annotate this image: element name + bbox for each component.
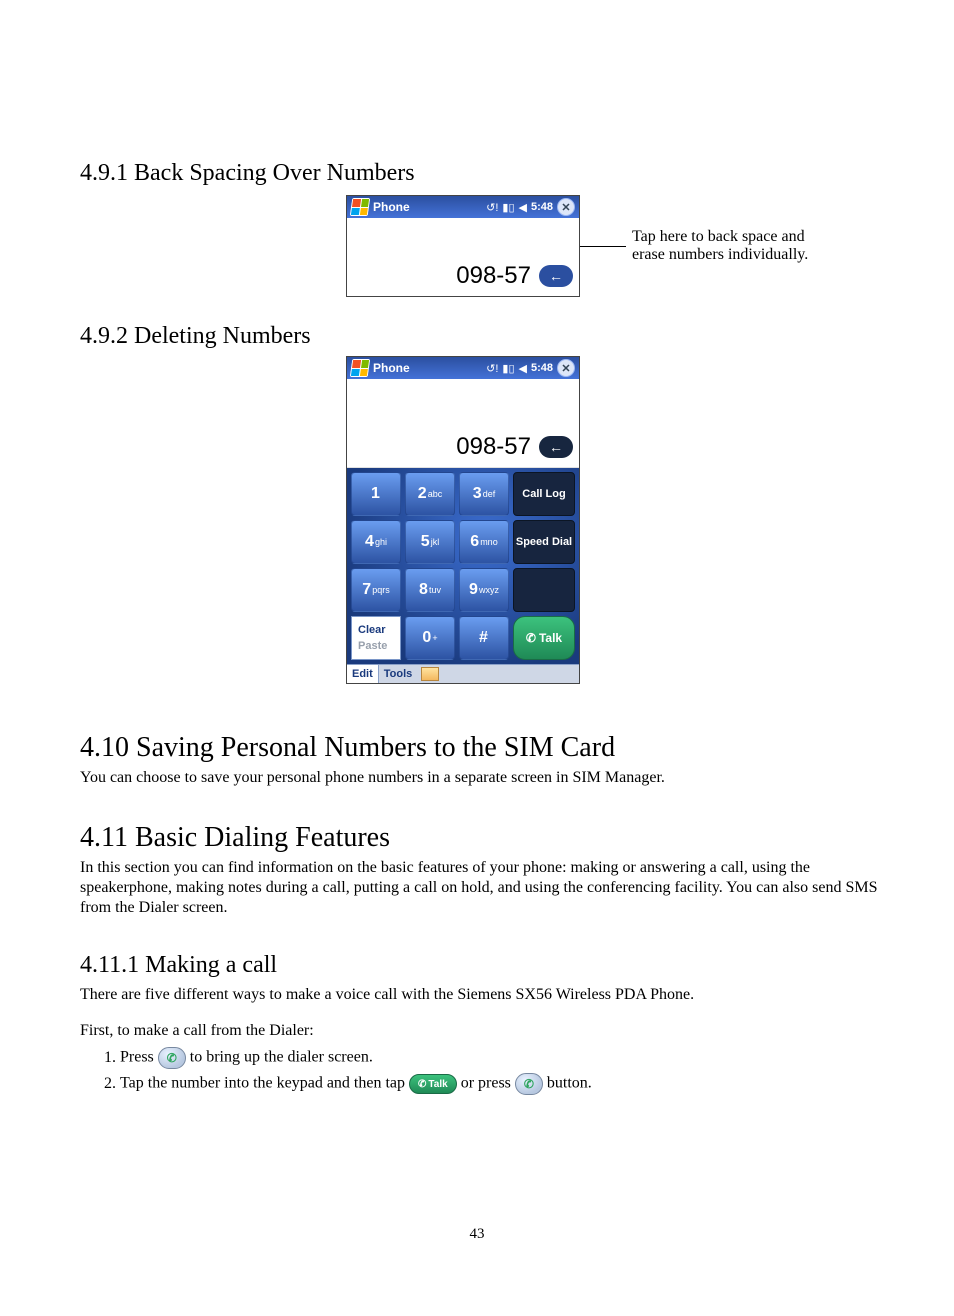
call-log-button: Call Log	[513, 472, 575, 516]
key-9: 9wxyz	[459, 568, 509, 612]
heading-492: 4.9.2 Deleting Numbers	[80, 323, 880, 350]
screenshot-delete: Phone ↺! ▮▯ ◀ 5:48 ✕ 098-57 ← 1	[346, 356, 580, 684]
menu-item-paste: Paste	[352, 638, 400, 654]
start-icon	[350, 198, 371, 216]
clock-time: 5:48	[531, 201, 553, 213]
key-1: 1	[351, 472, 401, 516]
page-number: 43	[0, 1226, 954, 1243]
talk-button-inline-icon: ✆Talk	[409, 1074, 457, 1094]
lead-4111: First, to make a call from the Dialer:	[80, 1021, 880, 1041]
callout-leader	[580, 246, 626, 247]
key-5: 5jkl	[405, 520, 455, 564]
body-410: You can choose to save your personal pho…	[80, 768, 880, 788]
steps-list: Press ✆ to bring up the dialer screen. T…	[120, 1047, 880, 1095]
body-411: In this section you can find information…	[80, 858, 880, 918]
missed-call-icon: ↺!	[486, 201, 498, 214]
menu-item-clear: Clear	[352, 622, 400, 638]
key-3: 3def	[459, 472, 509, 516]
step-1: Press ✆ to bring up the dialer screen.	[120, 1047, 880, 1069]
step-2: Tap the number into the keypad and then …	[120, 1073, 880, 1095]
dialed-number: 098-57	[456, 433, 531, 461]
hardware-call-button-icon: ✆	[515, 1073, 543, 1095]
missed-call-icon: ↺!	[486, 362, 498, 375]
intro-4111: There are five different ways to make a …	[80, 985, 880, 1005]
key-8: 8tuv	[405, 568, 455, 612]
phone-icon: ✆	[418, 1079, 426, 1090]
signal-icon: ▮▯	[502, 362, 514, 375]
backspace-button: ←	[539, 436, 573, 458]
heading-491: 4.9.1 Back Spacing Over Numbers	[80, 160, 880, 187]
backspace-button: ←	[539, 265, 573, 287]
sip-icon	[421, 667, 439, 681]
heading-411: 4.11 Basic Dialing Features	[80, 822, 880, 854]
window-title: Phone	[373, 200, 410, 214]
speed-dial-button: Speed Dial	[513, 520, 575, 564]
hardware-call-button-icon: ✆	[158, 1047, 186, 1069]
screenshot-backspace: Phone ↺! ▮▯ ◀ 5:48 ✕ 098-57 ←	[346, 195, 580, 297]
callout-text: Tap here to back space and erase numbers…	[632, 228, 808, 264]
clock-time: 5:48	[531, 362, 553, 374]
key-0: 0+	[405, 616, 455, 660]
menu-tools: Tools	[379, 668, 418, 680]
close-icon: ✕	[557, 359, 575, 377]
key-2: 2abc	[405, 472, 455, 516]
blank-side-button	[513, 568, 575, 612]
edit-menu-popup: Clear Paste	[351, 616, 401, 660]
dialed-number: 098-57	[456, 262, 531, 290]
speaker-icon: ◀	[519, 362, 527, 375]
heading-410: 4.10 Saving Personal Numbers to the SIM …	[80, 732, 880, 764]
key-6: 6mno	[459, 520, 509, 564]
window-title: Phone	[373, 361, 410, 375]
command-bar: Edit Tools	[347, 664, 579, 683]
keypad: 1 2abc 3def Call Log 4ghi 5jkl 6mno Spee…	[347, 468, 579, 664]
key-4: 4ghi	[351, 520, 401, 564]
talk-button: ✆Talk	[513, 616, 575, 660]
key-hash: #	[459, 616, 509, 660]
heading-4111: 4.11.1 Making a call	[80, 952, 880, 979]
key-7: 7pqrs	[351, 568, 401, 612]
close-icon: ✕	[557, 198, 575, 216]
signal-icon: ▮▯	[502, 201, 514, 214]
menu-edit: Edit	[347, 665, 379, 683]
phone-icon: ✆	[526, 631, 536, 645]
speaker-icon: ◀	[519, 201, 527, 214]
start-icon	[350, 359, 371, 377]
